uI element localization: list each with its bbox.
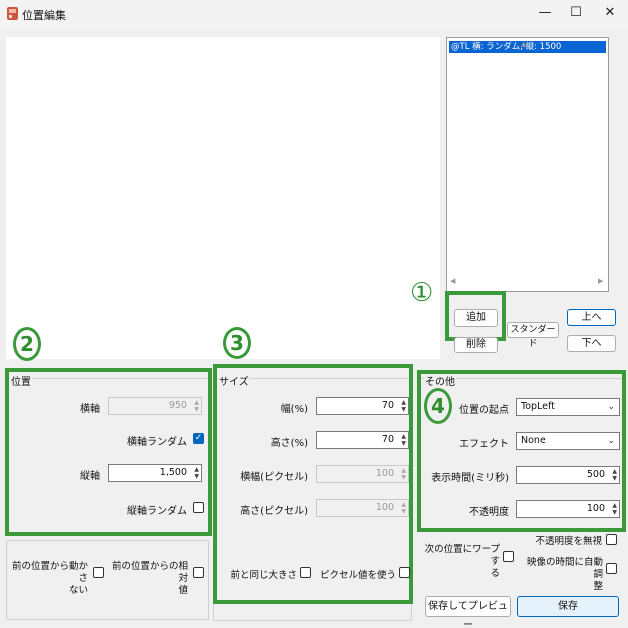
width-px-input: 100 ▲ ▼: [316, 465, 409, 483]
save-button[interactable]: 保存: [517, 596, 619, 617]
list-item[interactable]: @TL 横: ランダム, 縦: 1500: [449, 41, 606, 53]
spinner-icon: ▲ ▼: [401, 501, 406, 515]
height-px-input: 100 ▲ ▼: [316, 499, 409, 517]
spinner-icon: ▲ ▼: [401, 433, 406, 447]
chevron-down-icon: ⌄: [607, 402, 615, 412]
auto-adjust-label: 映像の時間に自動調整: [526, 557, 603, 592]
height-px-label: 高さ(ピクセル): [240, 506, 308, 517]
effect-label: エフェクト: [459, 439, 509, 450]
scroll-left-icon[interactable]: ◀: [450, 277, 455, 285]
preview-canvas[interactable]: [6, 37, 440, 359]
spinner-icon: ▲ ▼: [401, 399, 406, 413]
vertical-random-label: 縦軸ランダム: [127, 506, 187, 517]
horizontal-random-checkbox[interactable]: ✓: [193, 433, 204, 444]
minimize-button[interactable]: —: [535, 4, 555, 22]
warp-label: 次の位置にワープする: [424, 544, 500, 579]
height-pct-label: 高さ(%): [270, 438, 308, 449]
app-icon: [7, 7, 18, 20]
close-button[interactable]: ✕: [600, 4, 620, 22]
spinner-icon: ▲ ▼: [612, 502, 617, 516]
no-move-label: 前の位置から動かさ ない: [11, 561, 88, 596]
origin-label: 位置の起点: [459, 405, 509, 416]
width-px-label: 横幅(ピクセル): [240, 472, 308, 483]
delete-button[interactable]: 削除: [454, 337, 498, 353]
chevron-down-icon: ⌄: [607, 436, 615, 446]
width-pct-label: 幅(%): [280, 404, 308, 415]
annotation-circle-2: 2: [13, 327, 41, 361]
same-size-label: 前と同じ大きさ: [230, 570, 297, 581]
annotation-number-1: ①: [410, 278, 434, 308]
same-size-checkbox[interactable]: [300, 567, 311, 578]
auto-adjust-checkbox[interactable]: [606, 563, 617, 574]
use-pixels-label: ピクセル値を使う: [319, 570, 396, 581]
effect-select[interactable]: None ⌄: [516, 432, 620, 450]
spinner-icon: ▲ ▼: [612, 468, 617, 482]
annotation-circle-3: 3: [223, 327, 251, 359]
spinner-icon: ▲ ▼: [401, 467, 406, 481]
relative-label: 前の位置からの相対値: [111, 561, 188, 596]
horizontal-input: 950 ▲ ▼: [108, 397, 202, 415]
down-button[interactable]: 下へ: [567, 335, 616, 352]
origin-select[interactable]: TopLeft ⌄: [516, 398, 620, 416]
ignore-opacity-checkbox[interactable]: [606, 534, 617, 545]
add-button[interactable]: 追加: [454, 309, 498, 327]
position-list[interactable]: @TL 横: ランダム, 縦: 1500 ▲ ◀ ▶: [446, 37, 609, 292]
up-button[interactable]: 上へ: [567, 309, 616, 326]
scroll-up-icon[interactable]: ▲: [521, 40, 526, 48]
standard-button[interactable]: スタンダード: [507, 322, 559, 349]
save-preview-button[interactable]: 保存してプレビュー: [425, 596, 511, 628]
no-move-checkbox[interactable]: [93, 567, 104, 578]
horizontal-random-label: 横軸ランダム: [127, 437, 187, 448]
spinner-icon: ▲ ▼: [194, 399, 199, 413]
use-pixels-checkbox[interactable]: [399, 567, 410, 578]
horizontal-label: 横軸: [80, 404, 100, 415]
window-title: 位置編集: [22, 9, 66, 22]
relative-checkbox[interactable]: [193, 567, 204, 578]
height-pct-input[interactable]: 70 ▲ ▼: [316, 431, 409, 449]
spinner-icon: ▲ ▼: [194, 466, 199, 480]
duration-label: 表示時間(ミリ秒): [431, 473, 509, 484]
opacity-input[interactable]: 100 ▲ ▼: [516, 500, 620, 518]
scroll-right-icon[interactable]: ▶: [598, 277, 603, 285]
maximize-button[interactable]: ☐: [566, 4, 586, 22]
warp-checkbox[interactable]: [503, 551, 514, 562]
width-pct-input[interactable]: 70 ▲ ▼: [316, 397, 409, 415]
title-bar: 位置編集 — ☐ ✕: [0, 0, 628, 28]
opacity-label: 不透明度: [469, 507, 509, 518]
vertical-random-checkbox[interactable]: [193, 502, 204, 513]
vertical-input[interactable]: 1,500 ▲ ▼: [108, 464, 202, 482]
vertical-label: 縦軸: [80, 471, 100, 482]
duration-input[interactable]: 500 ▲ ▼: [516, 466, 620, 484]
ignore-opacity-label: 不透明度を無視: [535, 536, 602, 547]
